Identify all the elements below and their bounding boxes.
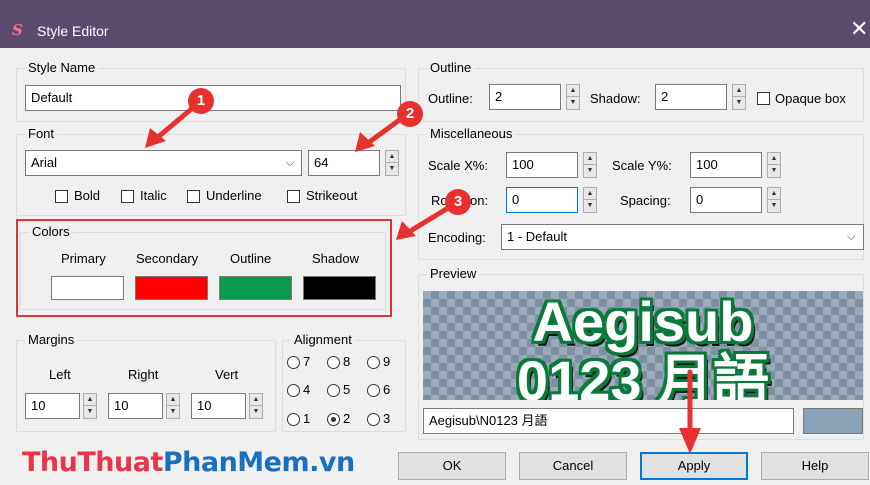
arrow-1-line <box>155 103 198 140</box>
callout-2: 2 <box>397 101 423 127</box>
watermark-logo: ThuThuatPhanMem.vn <box>22 447 355 478</box>
watermark-part-1: ThuThuat <box>22 447 163 478</box>
watermark-part-3: .vn <box>309 447 355 478</box>
callout-1: 1 <box>188 88 214 114</box>
arrow-2-line <box>365 118 401 146</box>
watermark-part-2: PhanMem <box>162 447 310 478</box>
annotation-arrows <box>145 103 701 454</box>
arrow-4-head <box>679 428 701 454</box>
callout-3: 3 <box>445 189 471 215</box>
arrow-3-line <box>409 205 451 233</box>
